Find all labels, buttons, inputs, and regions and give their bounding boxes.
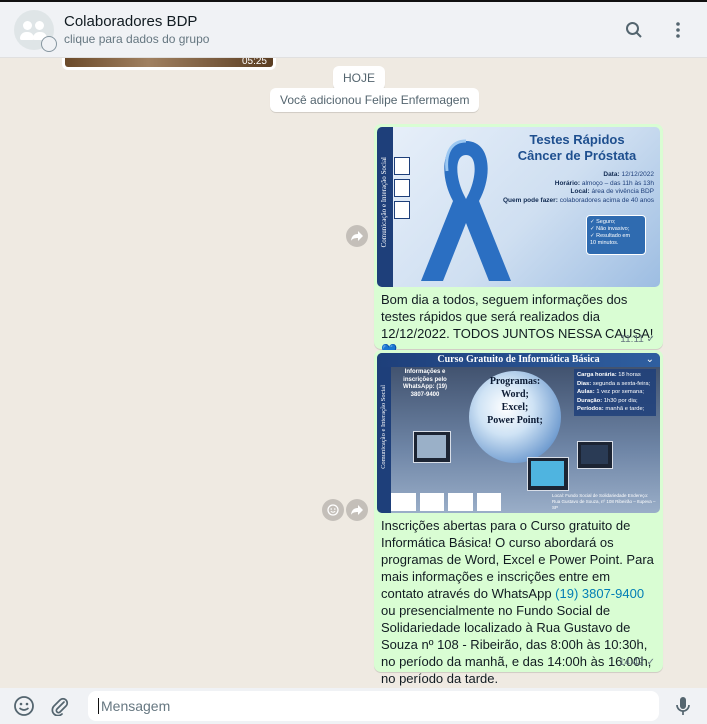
previous-video-message[interactable]: 05:25 — [62, 58, 276, 70]
flyer-course-details: Carga horária: 18 horas Dias: segunda a … — [574, 369, 656, 416]
phone-link[interactable]: (19) 3807-9400 — [555, 586, 644, 601]
program-item: Power Point; — [487, 415, 543, 426]
computer-icon — [527, 457, 569, 491]
attach-icon[interactable] — [46, 692, 74, 720]
menu-dots-icon[interactable] — [663, 15, 693, 45]
detail-value: colaboradores acima de 40 anos — [559, 196, 654, 204]
computer-icon — [413, 431, 451, 463]
flyer-title-line2: Câncer de Próstata — [517, 148, 637, 163]
detail-label: Data: — [603, 171, 620, 178]
detail-label: Carga horária: — [577, 372, 617, 378]
message-time: 14:42 ✓ — [618, 657, 655, 668]
flyer-contact-info: Informações e inscrições pelo WhatsApp: … — [403, 369, 447, 398]
group-name[interactable]: Colaboradores BDP — [64, 12, 605, 31]
message-text: Inscrições abertas para o Curso gratuito… — [377, 513, 660, 687]
message-bubble[interactable]: Comunicação e Interação Social Testes Rá… — [374, 124, 663, 358]
message-time: 11:11 ✓ — [620, 334, 655, 345]
detail-value: almoço – das 11h às 13h — [581, 179, 654, 187]
flyer-address: Local: Fundo Social de Solidariedade End… — [552, 493, 656, 510]
message-input[interactable]: Mensagem — [88, 691, 659, 721]
detail-value: segunda a sexta-feira; — [592, 380, 651, 387]
message-bubble[interactable]: Curso Gratuito de Informática Básica ⌄ C… — [374, 350, 663, 686]
group-info[interactable]: Colaboradores BDP clique para dados do g… — [64, 12, 605, 47]
detail-label: Aulas: — [577, 389, 595, 395]
compose-bar: Mensagem — [0, 688, 707, 724]
message-list[interactable]: 05:25 HOJE Você adicionou Felipe Enferma… — [0, 58, 707, 688]
flyer-title: Testes Rápidos Câncer de Próstata — [502, 132, 652, 164]
message-text-part: ou presencialmente no Fundo Social de So… — [381, 603, 652, 686]
detail-label: Quem pode fazer: — [502, 196, 558, 204]
video-duration: 05:25 — [241, 58, 267, 67]
detail-label: Períodos: — [577, 406, 604, 412]
benefit-line: ✓ Resultado em — [590, 233, 631, 239]
detail-value: manhã e tarde; — [605, 406, 645, 412]
chat-header[interactable]: Colaboradores BDP clique para dados do g… — [0, 0, 707, 58]
flyer-logos — [391, 493, 501, 511]
flyer-programs: Programas: Word; Excel; Power Point; — [473, 375, 557, 427]
programs-label: Programas: — [489, 376, 541, 387]
date-divider: HOJE — [333, 66, 386, 90]
benefit-line: ✓ Seguro; — [590, 219, 616, 225]
detail-value: 12/12/2022 — [621, 171, 654, 178]
message-image-course-flyer[interactable]: Curso Gratuito de Informática Básica ⌄ C… — [377, 353, 660, 513]
program-item: Word; — [501, 389, 529, 400]
flyer-side-bar: Comunicação e Interação Social — [377, 367, 391, 513]
flyer-details: Data: 12/12/2022 Horário: almoço – das 1… — [474, 171, 654, 205]
detail-value: 18 horas — [618, 372, 641, 378]
message-text: Bom dia a todos, seguem informações dos … — [381, 292, 654, 358]
flyer-side-text: Comunicação e Interação Social — [380, 385, 387, 469]
program-item: Excel; — [501, 402, 529, 413]
detail-value: 1h30 por dia; — [603, 397, 638, 404]
microphone-icon[interactable] — [669, 692, 697, 720]
message-input-placeholder: Mensagem — [101, 698, 171, 714]
flyer-banner: Curso Gratuito de Informática Básica — [377, 353, 660, 367]
detail-label: Local: — [570, 188, 590, 195]
flyer-benefits-card: ✓ Seguro; ✓ Não invasivo; ✓ Resultado em… — [586, 215, 646, 255]
search-icon[interactable] — [619, 15, 649, 45]
system-message: Você adicionou Felipe Enfermagem — [270, 88, 480, 112]
detail-label: Horário: — [554, 179, 581, 187]
clock-icon — [41, 35, 57, 52]
detail-value: área de vivência BDP — [591, 188, 654, 195]
flyer-title-line1: Testes Rápidos — [529, 132, 625, 147]
detail-value: 1 vez por semana; — [596, 389, 645, 395]
group-subtitle[interactable]: clique para dados do grupo — [64, 31, 605, 47]
message-image-prostate-flyer[interactable]: Comunicação e Interação Social Testes Rá… — [377, 127, 660, 287]
flyer-side-bar: Comunicação e Interação Social — [377, 127, 393, 287]
forward-icon[interactable] — [346, 499, 368, 521]
group-avatar-icon[interactable] — [14, 9, 57, 52]
forward-icon[interactable] — [346, 225, 368, 247]
emoji-icon[interactable] — [10, 692, 38, 720]
benefit-line: ✓ Não invasivo; — [590, 226, 630, 232]
flyer-logos — [394, 157, 410, 219]
computer-icon — [577, 441, 613, 469]
benefit-line: 10 minutos. — [590, 240, 619, 246]
react-emoji-icon[interactable] — [322, 499, 344, 521]
chevron-down-icon[interactable]: ⌄ — [646, 354, 654, 365]
detail-label: Duração: — [577, 397, 603, 404]
text-cursor — [98, 698, 99, 714]
flyer-side-text: Comunicação e Interação Social — [380, 157, 388, 248]
detail-label: Dias: — [577, 380, 592, 387]
